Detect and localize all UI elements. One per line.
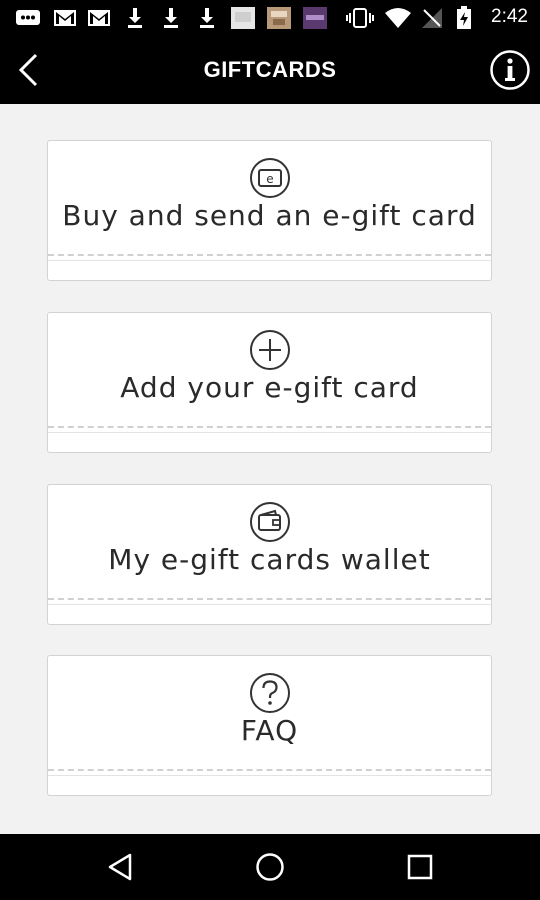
gmail-icon: [52, 7, 78, 29]
card-label: FAQ: [240, 714, 299, 747]
status-bar: 2:42: [0, 0, 540, 36]
add-egift-card-button[interactable]: Add your e-gift card: [47, 312, 492, 453]
card-footer-line: [48, 432, 491, 433]
nav-recents-button[interactable]: [400, 847, 440, 887]
status-time: 2:42: [491, 6, 528, 27]
app-thumbnail-icon: [266, 7, 292, 29]
e-card-icon: e: [249, 158, 290, 198]
giftcards-menu: e Buy and send an e-gift card Add your e…: [0, 104, 540, 834]
gmail-icon: [86, 7, 112, 29]
egift-cards-wallet-button[interactable]: My e-gift cards wallet: [47, 484, 492, 625]
card-footer-line: [48, 604, 491, 605]
recents-square-icon: [407, 854, 433, 880]
card-divider: [48, 426, 491, 428]
download-icon: [124, 7, 146, 29]
buy-and-send-egift-card-button[interactable]: e Buy and send an e-gift card: [47, 140, 492, 281]
info-icon: [490, 50, 530, 90]
info-button[interactable]: [488, 48, 532, 92]
download-icon: [160, 7, 182, 29]
card-footer-line: [48, 260, 491, 261]
card-divider: [48, 254, 491, 256]
back-triangle-icon: [108, 853, 132, 881]
wallet-icon: [249, 502, 290, 542]
app-thumbnail-icon: [302, 7, 328, 29]
nav-back-button[interactable]: [100, 847, 140, 887]
navigation-bar: [0, 834, 540, 900]
card-label: Buy and send an e-gift card: [62, 199, 477, 232]
message-icon: [14, 7, 42, 29]
no-signal-icon: [420, 7, 444, 29]
nav-home-button[interactable]: [250, 847, 290, 887]
wifi-icon: [384, 7, 412, 29]
download-icon: [196, 7, 218, 29]
app-thumbnail-icon: [230, 7, 256, 29]
action-bar: GIFTCARDS: [0, 36, 540, 104]
faq-button[interactable]: FAQ: [47, 655, 492, 796]
page-title: GIFTCARDS: [203, 57, 337, 82]
card-divider: [48, 598, 491, 600]
plus-circle-icon: [249, 330, 290, 370]
home-circle-icon: [256, 853, 284, 881]
battery-charging-icon: [454, 6, 474, 29]
card-label: Add your e-gift card: [120, 371, 419, 404]
svg-text:e: e: [266, 172, 273, 186]
card-divider: [48, 769, 491, 771]
card-label: My e-gift cards wallet: [108, 543, 431, 576]
vibrate-icon: [346, 7, 374, 29]
question-circle-icon: [249, 673, 290, 713]
card-footer-line: [48, 775, 491, 776]
